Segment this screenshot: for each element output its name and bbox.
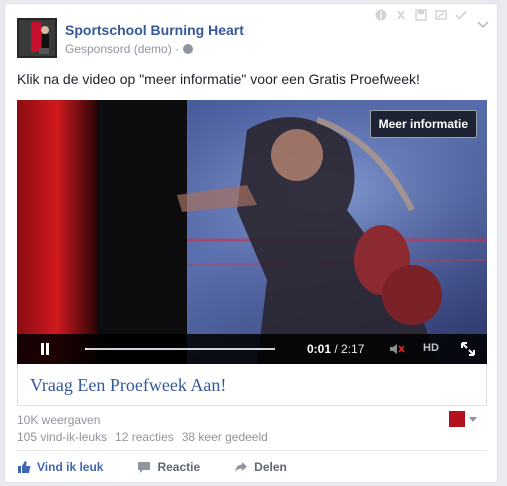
check-icon[interactable] — [455, 9, 467, 21]
avatar — [449, 411, 465, 427]
save-icon[interactable] — [415, 9, 427, 21]
video-controls: 0:01 / 2:17 HD — [17, 334, 487, 364]
x-icon[interactable] — [395, 9, 407, 21]
divider — [17, 450, 487, 451]
post-text: Klik na de video op "meer informatie" vo… — [17, 71, 420, 87]
view-count: 10K weergaven — [17, 413, 101, 427]
video-frame — [17, 100, 487, 364]
thumbs-up-icon — [18, 461, 31, 473]
like-label: Vind ik leuk — [37, 460, 104, 474]
video-time: 0:01 / 2:17 — [307, 342, 364, 356]
post-tools — [375, 9, 467, 21]
hd-button[interactable]: HD — [423, 342, 439, 354]
like-count[interactable]: 105 vind-ik-leuks — [17, 430, 107, 444]
comment-label: Reactie — [157, 460, 201, 474]
share-label: Delen — [254, 460, 287, 474]
pause-icon[interactable] — [39, 343, 51, 355]
like-button[interactable]: Vind ik leuk — [17, 460, 103, 474]
cta-box[interactable]: Vraag Een Proefweek Aan! — [17, 364, 487, 406]
info-icon[interactable] — [375, 9, 387, 21]
comment-count[interactable]: 12 reacties — [115, 430, 174, 444]
mute-icon[interactable] — [389, 343, 405, 355]
action-bar: Vind ik leuk Reactie Delen — [17, 456, 487, 478]
page-avatar[interactable] — [17, 18, 57, 58]
more-info-button[interactable]: Meer informatie — [369, 110, 477, 138]
post-card: Sportschool Burning Heart Gesponsord (de… — [4, 3, 498, 483]
comment-icon — [138, 462, 151, 473]
fullscreen-icon[interactable] — [461, 342, 475, 356]
globe-icon — [183, 44, 194, 54]
video-progress-bar[interactable] — [85, 348, 275, 350]
comment-button[interactable]: Reactie — [137, 460, 200, 474]
page-name-link[interactable]: Sportschool Burning Heart — [65, 22, 244, 38]
chevron-down-icon[interactable] — [477, 18, 489, 32]
cta-link[interactable]: Vraag Een Proefweek Aan! — [30, 375, 226, 396]
share-count[interactable]: 38 keer gedeeld — [182, 430, 268, 444]
video-progress-fill — [85, 348, 87, 350]
sponsored-text[interactable]: Gesponsord (demo) · — [65, 42, 179, 56]
chevron-down-icon — [469, 416, 477, 422]
share-icon — [235, 462, 248, 472]
duration: / 2:17 — [334, 342, 365, 356]
hide-icon[interactable] — [435, 9, 447, 21]
sponsored-label: Gesponsord (demo) · — [65, 42, 194, 56]
video-player[interactable]: Meer informatie 0:01 / 2:17 HD — [17, 100, 487, 364]
identity-selector[interactable] — [449, 411, 477, 427]
current-time: 0:01 — [307, 342, 332, 356]
engagement-stats: 105 vind-ik-leuks 12 reacties 38 keer ge… — [17, 430, 268, 444]
share-button[interactable]: Delen — [234, 460, 287, 474]
